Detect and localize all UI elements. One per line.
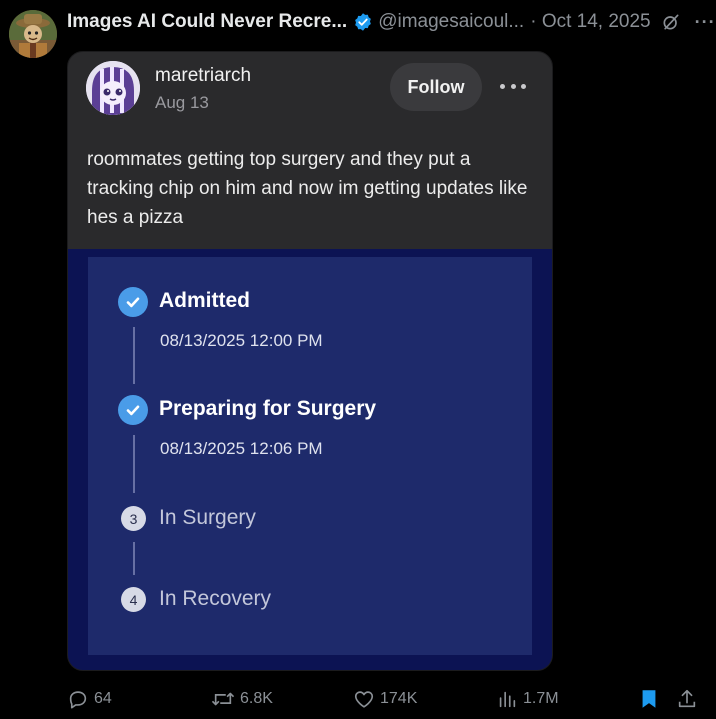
like-count: 174K — [380, 690, 418, 707]
tweet-view: Images AI Could Never Recre... @imagesai… — [0, 0, 716, 719]
embedded-username[interactable]: maretriarch — [155, 65, 251, 87]
step-title: Admitted — [159, 289, 250, 312]
reply-button[interactable]: 64 — [67, 684, 112, 714]
purple-haired-character-avatar-icon — [86, 61, 140, 115]
step-number-badge: 3 — [121, 506, 146, 531]
outer-tweet-date[interactable]: · Oct 14, 2025 — [530, 11, 650, 33]
outer-author-name[interactable]: Images AI Could Never Recre... — [67, 11, 347, 33]
views-button[interactable]: 1.7M — [496, 684, 559, 714]
tracker-connector-line — [133, 542, 135, 575]
share-button[interactable] — [676, 684, 698, 714]
check-circle-icon — [118, 287, 148, 317]
step-title: In Recovery — [159, 587, 272, 610]
outer-author-handle[interactable]: @imagesaicoul... — [378, 11, 524, 33]
tweet-action-bar: 64 6.8K 174K 1.7M — [0, 684, 716, 714]
like-button[interactable]: 174K — [353, 684, 417, 714]
reply-icon — [69, 691, 87, 709]
embedded-post-card[interactable]: maretriarch Aug 13 Follow roommates gett… — [67, 51, 553, 671]
views-chart-icon — [499, 691, 516, 708]
tracker-panel: Admitted 08/13/2025 12:00 PM Preparing f… — [88, 257, 532, 655]
more-options-icon[interactable]: ··· — [695, 13, 716, 31]
outer-tweet-header: Images AI Could Never Recre... @imagesai… — [67, 9, 715, 35]
reply-count: 64 — [94, 690, 112, 707]
step-number-badge: 4 — [121, 587, 146, 612]
scarecrow-avatar-icon — [9, 10, 57, 58]
post-more-options-icon[interactable] — [500, 76, 526, 96]
surgery-tracker-image[interactable]: Admitted 08/13/2025 12:00 PM Preparing f… — [68, 249, 552, 670]
check-circle-icon — [118, 395, 148, 425]
embedded-post-text: roommates getting top surgery and they p… — [87, 149, 528, 228]
step-timestamp: 08/13/2025 12:06 PM — [160, 439, 323, 458]
repost-button[interactable]: 6.8K — [211, 684, 273, 714]
repost-icon — [211, 692, 235, 706]
bookmark-icon — [642, 690, 656, 708]
grok-icon[interactable] — [661, 12, 681, 32]
embedded-post-date: Aug 13 — [155, 93, 209, 112]
embedded-author-info: maretriarch Aug 13 — [155, 65, 251, 113]
tracker-connector-line — [133, 435, 135, 493]
step-title: In Surgery — [159, 506, 256, 529]
outer-author-avatar[interactable] — [9, 10, 57, 58]
embedded-author-avatar[interactable] — [86, 61, 140, 115]
follow-button[interactable]: Follow — [390, 63, 482, 111]
verified-badge-icon — [355, 13, 372, 31]
share-icon — [678, 689, 696, 708]
bookmark-button[interactable] — [639, 684, 659, 714]
step-title: Preparing for Surgery — [159, 397, 377, 420]
repost-count: 6.8K — [240, 690, 273, 707]
view-count: 1.7M — [523, 690, 559, 707]
heart-icon — [354, 691, 374, 708]
step-timestamp: 08/13/2025 12:00 PM — [160, 331, 323, 350]
tracker-connector-line — [133, 327, 135, 384]
